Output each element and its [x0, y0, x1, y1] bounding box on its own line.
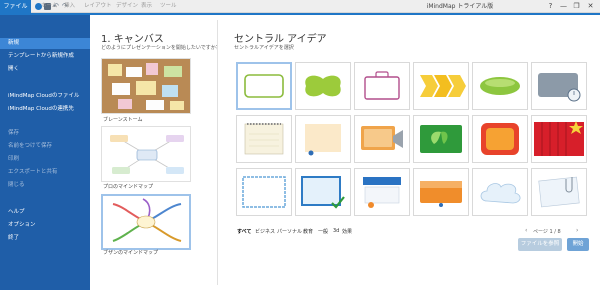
backstage-sidebar: 新規 テンプレートから新規作成 開く iMindMap Cloudのファイル i… [0, 15, 90, 290]
red-curtain-star-thumbnail [534, 121, 584, 156]
file-tab[interactable]: ファイル [0, 0, 31, 13]
help-icon[interactable]: ? [545, 1, 556, 12]
yellow-chevrons-thumbnail [420, 75, 466, 97]
pager-label: ページ 1 / 8 [533, 229, 561, 235]
green-blob-thumbnail [305, 75, 341, 97]
central-idea-tile[interactable] [295, 62, 351, 110]
filter-all[interactable]: すべて [237, 228, 251, 235]
tab-tools[interactable]: ツール [160, 0, 177, 13]
sidebar-item-help[interactable]: ヘルプ [0, 207, 90, 218]
canvas-option-buzan-mindmap[interactable] [101, 194, 191, 250]
central-idea-tile[interactable] [354, 168, 410, 216]
sidebar-item-new-from-template[interactable]: テンプレートから新規作成 [0, 51, 90, 62]
central-idea-tile[interactable] [472, 115, 528, 163]
green-ellipse-thumbnail [480, 77, 520, 95]
sidebar-item-options[interactable]: オプション [0, 220, 90, 231]
rounded-rect-outline-thumbnail [244, 74, 284, 98]
central-idea-tile[interactable] [472, 62, 528, 110]
orange-card-megaphone-thumbnail [361, 126, 403, 150]
minimize-icon[interactable]: — [558, 1, 569, 12]
central-idea-tile[interactable] [295, 168, 351, 216]
grey-panel-clock-thumbnail [538, 73, 581, 102]
sidebar-item-cloud-files[interactable]: iMindMap Cloudのファイル [0, 91, 90, 102]
sidebar-item-close[interactable]: 閉じる [0, 180, 90, 191]
central-idea-tile[interactable] [236, 168, 292, 216]
sidebar-item-new[interactable]: 新規 [0, 38, 90, 49]
briefcase-thumbnail [364, 71, 400, 100]
central-idea-tile[interactable] [531, 168, 587, 216]
ribbon-accent-line [0, 13, 600, 15]
sidebar-item-print[interactable]: 印刷 [0, 154, 90, 165]
orange-tab-thumbnail [420, 181, 462, 207]
canvas-heading: 1. キャンバス [101, 34, 164, 45]
filter-effects[interactable]: 効果 [342, 228, 352, 235]
filter-business[interactable]: ビジネス [255, 228, 275, 235]
app-title: iMindMap トライアル版 [426, 3, 494, 10]
filter-education[interactable]: 教育 [303, 228, 313, 235]
central-idea-tile[interactable] [236, 115, 292, 163]
central-idea-tile[interactable] [413, 115, 469, 163]
green-leaves-thumbnail [420, 125, 462, 153]
blue-wavy-frame-thumbnail [242, 176, 286, 208]
central-idea-tile[interactable] [531, 62, 587, 110]
filter-personal[interactable]: パーソナル [277, 228, 302, 235]
tab-view[interactable]: 表示 [141, 0, 152, 13]
central-idea-tile[interactable] [531, 115, 587, 163]
canvas-option-brainstorm[interactable] [101, 58, 191, 114]
panel-divider [217, 20, 218, 285]
start-button[interactable]: 開始 [567, 238, 589, 251]
restore-icon[interactable]: ❐ [571, 1, 582, 12]
blue-banner-thumbnail [363, 177, 401, 208]
sidebar-item-save-as[interactable]: 名前をつけて保存 [0, 141, 90, 152]
central-idea-tile[interactable] [354, 62, 410, 110]
tab-insert[interactable]: 挿入 [64, 0, 75, 13]
sidebar-item-export-share[interactable]: エクスポートと共有 [0, 167, 90, 178]
canvas-option-label: ブザンのマインドマップ [103, 250, 159, 256]
sidebar-item-exit[interactable]: 終了 [0, 233, 90, 244]
paper-pin-thumbnail [305, 124, 341, 156]
close-icon[interactable]: ✕ [585, 1, 596, 12]
canvas-option-pro-mindmap[interactable] [101, 126, 191, 182]
chevron-left-icon[interactable]: ‹ [525, 227, 527, 234]
canvas-option-label: ブレーンストーム [103, 117, 143, 123]
filter-3d[interactable]: 3d [333, 228, 339, 234]
corkboard-thumbnail [102, 59, 190, 113]
open-file-button[interactable]: ファイルを参照 [518, 238, 562, 251]
chevron-right-icon[interactable]: › [576, 227, 578, 234]
filter-general[interactable]: 一般 [318, 228, 328, 235]
canvas-option-label: プロのマインドマップ [103, 184, 154, 190]
notepad-thumbnail [244, 123, 284, 155]
central-idea-tile[interactable] [354, 115, 410, 163]
canvas-subheading: どのようにプレゼンテーションを開始したいですか？ [101, 45, 221, 51]
tab-design[interactable]: デザイン [116, 0, 138, 13]
tab-home[interactable]: ホーム [41, 0, 57, 13]
central-idea-tile[interactable] [236, 62, 292, 110]
title-bar: ファイル ↶ ↷ ホーム 挿入 レイアウト デザイン 表示 ツール iMindM… [0, 0, 600, 13]
central-idea-tile[interactable] [413, 168, 469, 216]
central-idea-heading: セントラル アイデア [234, 34, 327, 45]
tab-layout[interactable]: レイアウト [84, 0, 112, 13]
central-idea-tile[interactable] [413, 62, 469, 110]
central-idea-tile[interactable] [472, 168, 528, 216]
orange-red-frame-thumbnail [481, 123, 519, 155]
sidebar-item-open[interactable]: 開く [0, 64, 90, 75]
pro-mindmap-thumbnail [102, 127, 190, 181]
sidebar-item-save[interactable]: 保存 [0, 128, 90, 139]
blue-frame-check-thumbnail [301, 176, 345, 209]
buzan-mindmap-thumbnail [103, 196, 189, 248]
paper-clip-thumbnail [538, 176, 580, 208]
sidebar-item-cloud-links[interactable]: iMindMap Cloudの連携先 [0, 104, 90, 115]
cloud-thumbnail [480, 183, 521, 204]
central-idea-tile[interactable] [295, 115, 351, 163]
central-idea-subheading: セントラルアイデアを選択 [234, 45, 294, 51]
